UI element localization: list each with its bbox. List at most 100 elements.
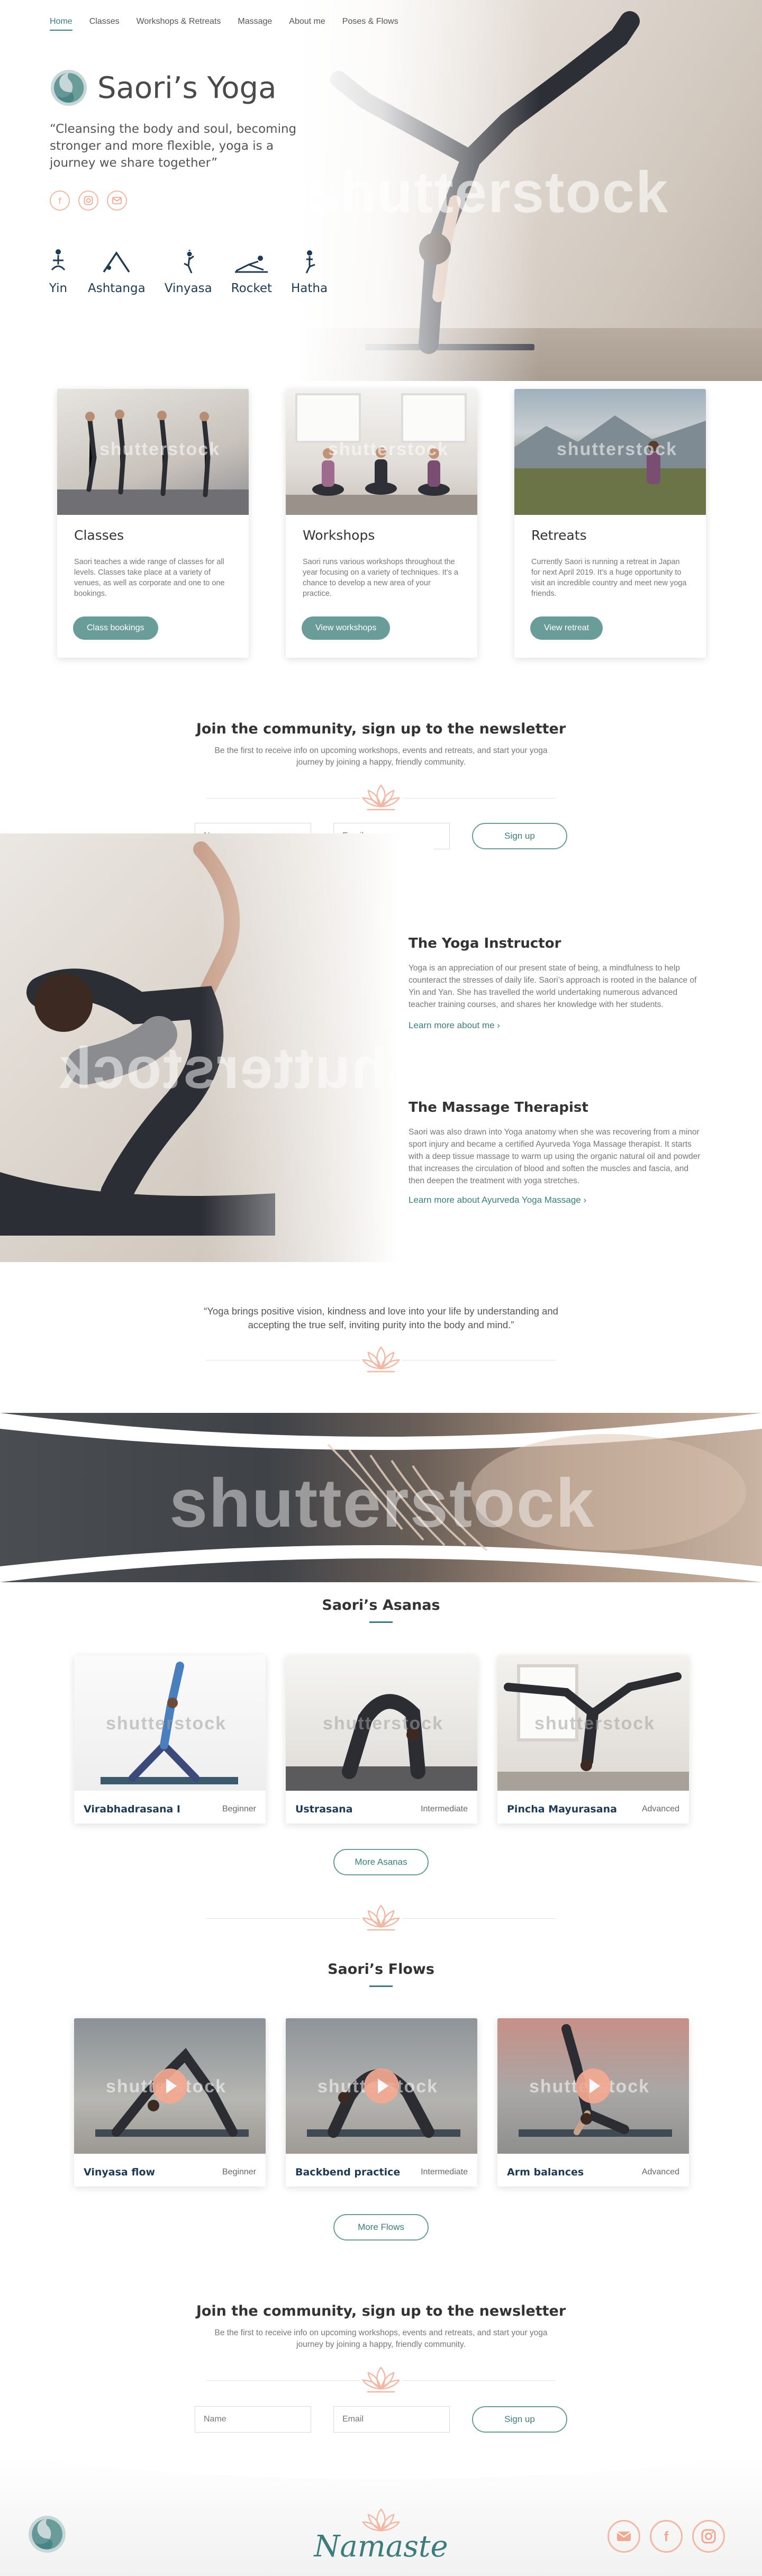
style-vinyasa[interactable]: Vinyasa — [165, 249, 212, 295]
flow-level: Intermediate — [421, 2167, 468, 2176]
asana-level: Intermediate — [421, 1804, 468, 1813]
footer-socials: f — [607, 2520, 725, 2553]
play-icon[interactable] — [152, 2069, 187, 2103]
facebook-icon[interactable]: f — [650, 2520, 683, 2553]
newsletter-name-input[interactable] — [195, 2406, 311, 2433]
style-yin[interactable]: Yin — [48, 249, 69, 295]
learn-more-about-me-link[interactable]: Learn more about me › — [409, 1020, 500, 1031]
nav-item-poses-flows[interactable]: Poses & Flows — [342, 17, 398, 31]
nav-item-home[interactable]: Home — [50, 17, 72, 31]
card-retreats: shutterstock Retreats Currently Saori is… — [514, 389, 706, 658]
instructor-text: Yoga is an appreciation of our present s… — [409, 964, 697, 1009]
facebook-icon[interactable]: f — [50, 191, 70, 211]
quote-text: “Yoga brings positive vision, kindness a… — [204, 1305, 558, 1330]
yin-pose-icon — [51, 249, 66, 271]
instagram-icon[interactable] — [692, 2520, 725, 2553]
retreats-image: shutterstock — [514, 389, 706, 515]
card-text: Currently Saori is running a retreat in … — [531, 558, 687, 598]
title-underline — [369, 1985, 393, 1987]
classes-image: shutterstock — [57, 389, 249, 515]
style-rocket[interactable]: Rocket — [231, 249, 272, 295]
site-title: Saori’s Yoga — [97, 70, 277, 105]
footer: Namaste f — [0, 2455, 762, 2576]
nav-item-workshops-retreats[interactable]: Workshops & Retreats — [137, 17, 221, 31]
email-icon[interactable] — [107, 191, 127, 211]
instructor-title: The Yoga Instructor — [409, 936, 561, 951]
watermark: shutterstock — [307, 160, 669, 225]
workshops-image: shutterstock — [286, 389, 477, 515]
newsletter-title: Join the community, sign up to the newsl… — [196, 2303, 566, 2319]
asana-level: Beginner — [222, 1804, 256, 1813]
flow-card[interactable]: shutterstock Vinyasa flow Beginner — [74, 2018, 266, 2187]
asana-name: Virabhadrasana I — [84, 1803, 180, 1815]
chevron-right-icon: › — [583, 1195, 587, 1205]
asana-name: Ustrasana — [295, 1803, 353, 1815]
asana-card[interactable]: shutterstock Ustrasana Intermediate — [286, 1655, 477, 1824]
massage-title: The Massage Therapist — [409, 1100, 588, 1115]
brand: Saori’s Yoga — [50, 69, 276, 107]
chevron-right-icon: › — [497, 1020, 500, 1030]
divider — [206, 1918, 360, 1919]
ashtanga-pose-icon — [103, 251, 130, 273]
divider — [402, 2380, 556, 2381]
hatha-pose-icon — [305, 250, 315, 274]
learn-more-massage-link[interactable]: Learn more about Ayurveda Yoga Massage › — [409, 1195, 586, 1205]
flow-card[interactable]: shutterstock Arm balances Advanced — [497, 2018, 689, 2187]
logo-icon — [51, 70, 87, 106]
play-icon[interactable] — [364, 2069, 399, 2103]
newsletter-text: Be the first to receive info on upcoming… — [214, 746, 548, 767]
class-bookings-button[interactable]: Class bookings — [73, 616, 158, 640]
style-hatha[interactable]: Hatha — [291, 249, 328, 295]
hero-section: shutterstock Home Classes Workshops & Re… — [0, 0, 762, 381]
vinyasa-pose-icon — [184, 250, 194, 274]
flow-name: Arm balances — [507, 2166, 584, 2178]
flows-title: Saori’s Flows — [328, 1961, 434, 1978]
about-fade-overlay — [201, 833, 434, 1262]
rocket-pose-icon — [235, 256, 268, 273]
sign-up-button[interactable]: Sign up — [472, 823, 567, 849]
card-text: Saori teaches a wide range of classes fo… — [74, 558, 225, 598]
flow-name: Vinyasa flow — [84, 2166, 156, 2178]
asana-card[interactable]: shutterstock Virabhadrasana I Beginner — [74, 1655, 266, 1824]
hero-tagline: “Cleansing the body and soul, becoming s… — [50, 122, 297, 170]
newsletter-email-input[interactable] — [333, 2406, 450, 2433]
card-workshops: shutterstock Workshops Saori runs variou… — [286, 389, 477, 658]
card-title: Retreats — [531, 528, 587, 543]
card-classes: shutterstock Classes Saori teaches a wid… — [57, 389, 249, 658]
title-underline — [369, 1621, 393, 1623]
asana-name: Pincha Mayurasana — [507, 1803, 617, 1815]
lotus-icon — [361, 784, 401, 811]
asana-card[interactable]: shutterstock Pincha Mayurasana Advanced — [497, 1655, 689, 1824]
lotus-icon — [361, 1904, 401, 1931]
style-ashtanga[interactable]: Ashtanga — [88, 249, 146, 295]
nav-item-about-me[interactable]: About me — [289, 17, 325, 31]
hair-banner-photo: shutterstock — [0, 1413, 762, 1582]
card-title: Workshops — [303, 528, 375, 543]
asanas-title: Saori’s Asanas — [322, 1597, 440, 1613]
flow-level: Beginner — [222, 2167, 256, 2176]
divider — [402, 1918, 556, 1919]
view-retreat-button[interactable]: View retreat — [530, 616, 603, 640]
flow-name: Backbend practice — [295, 2166, 401, 2178]
nav-item-massage[interactable]: Massage — [238, 17, 272, 31]
lotus-icon — [361, 2366, 401, 2393]
nav-item-classes[interactable]: Classes — [89, 17, 120, 31]
divider — [402, 798, 556, 799]
lotus-icon — [361, 1346, 401, 1373]
newsletter-text: Be the first to receive info on upcoming… — [214, 2328, 548, 2349]
more-flows-button[interactable]: More Flows — [333, 2214, 429, 2241]
sign-up-button[interactable]: Sign up — [472, 2406, 567, 2433]
yoga-style-list: Yin Ashtanga Vinyasa Rocket Hatha — [48, 249, 328, 295]
flow-card[interactable]: shutterstock Backbend practice Intermedi… — [286, 2018, 477, 2187]
card-title: Classes — [74, 528, 124, 543]
play-icon[interactable] — [576, 2069, 611, 2103]
divider — [206, 2380, 360, 2381]
newsletter-title: Join the community, sign up to the newsl… — [196, 721, 566, 737]
instagram-icon[interactable] — [78, 191, 98, 211]
divider — [206, 798, 360, 799]
email-icon[interactable] — [607, 2520, 640, 2553]
view-workshops-button[interactable]: View workshops — [302, 616, 391, 640]
more-asanas-button[interactable]: More Asanas — [333, 1849, 429, 1875]
massage-text: Saori was also drawn into Yoga anatomy w… — [409, 1128, 701, 1185]
asana-level: Advanced — [641, 1804, 679, 1813]
